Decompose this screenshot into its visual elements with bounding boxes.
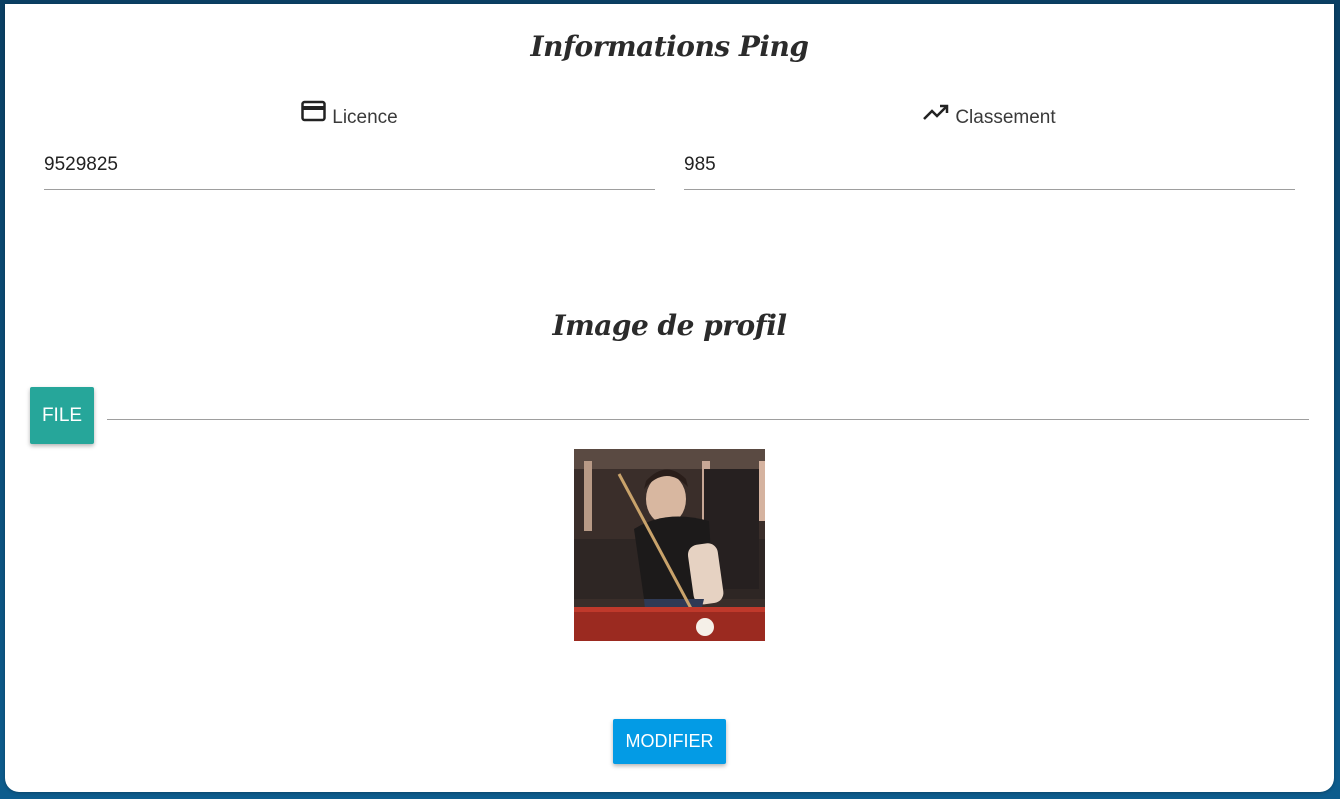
licence-label-text: Licence xyxy=(332,107,398,128)
page-background: Informations Ping Licence 9529825 Classe… xyxy=(0,0,1340,799)
classement-underline xyxy=(684,189,1295,190)
classement-label: Classement xyxy=(684,104,1295,132)
licence-underline xyxy=(44,189,655,190)
profile-photo-illustration xyxy=(574,449,765,641)
licence-input[interactable] xyxy=(44,152,655,178)
section-title-informations-ping: Informations Ping xyxy=(530,30,809,63)
classement-input[interactable] xyxy=(684,152,1295,178)
credit-card-icon xyxy=(301,100,326,131)
file-path-underline xyxy=(107,419,1309,420)
profile-card: Informations Ping Licence 9529825 Classe… xyxy=(5,4,1334,792)
classement-label-text: Classement xyxy=(955,107,1056,128)
section-title-image-de-profil: Image de profil xyxy=(552,309,787,342)
licence-label: Licence xyxy=(44,101,655,132)
file-upload-button[interactable]: FILE xyxy=(30,387,94,444)
file-path-input[interactable] xyxy=(107,389,1309,419)
modifier-button[interactable]: MODIFIER xyxy=(613,719,726,764)
profile-image xyxy=(574,449,765,641)
trending-up-icon xyxy=(923,102,949,130)
